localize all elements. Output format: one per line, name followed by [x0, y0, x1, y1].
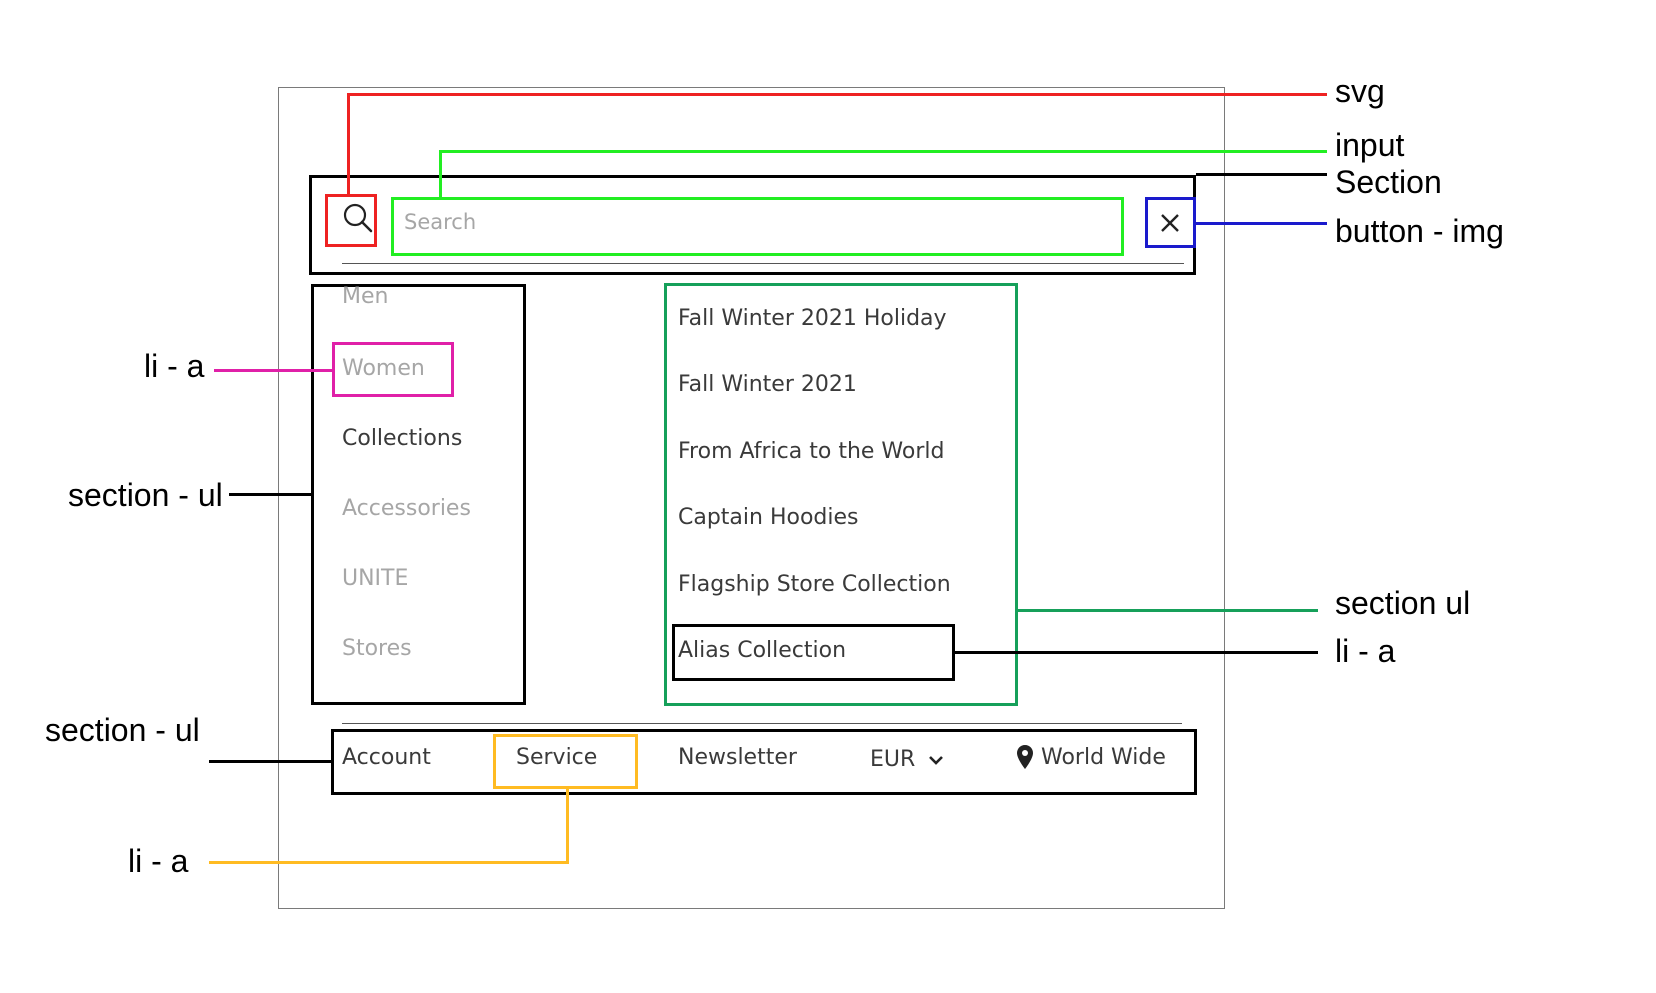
collection-item[interactable]: Flagship Store Collection: [678, 572, 951, 597]
connector-svg: [347, 93, 350, 194]
search-placeholder: Search: [404, 210, 477, 234]
collection-item[interactable]: Fall Winter 2021 Holiday: [678, 306, 947, 331]
annotation-li-a-women: li - a: [144, 348, 205, 384]
footer-location-link[interactable]: World Wide: [1041, 745, 1166, 770]
footer-divider: [342, 723, 1182, 724]
collection-item[interactable]: From Africa to the World: [678, 439, 944, 464]
category-collections[interactable]: Collections: [342, 426, 462, 451]
annotation-section-ul-footer: section - ul: [45, 712, 200, 748]
footer-account-link[interactable]: Account: [342, 745, 431, 770]
annotation-section-ul-left: section - ul: [68, 477, 223, 513]
connector-li-a-service: [566, 789, 569, 864]
connector-li-a-women: [214, 369, 332, 372]
annotation-input: input: [1335, 127, 1405, 163]
search-input[interactable]: [391, 197, 1124, 256]
category-accessories[interactable]: Accessories: [342, 496, 471, 521]
connector-section: [1196, 173, 1327, 176]
annotation-li-a-service: li - a: [128, 843, 189, 879]
collection-item[interactable]: Captain Hoodies: [678, 505, 859, 530]
connector-input: [439, 150, 442, 197]
annotation-section: Section: [1335, 164, 1442, 200]
li-a-alias-highlight: [672, 624, 955, 681]
map-pin-icon: [1016, 744, 1034, 770]
annotation-section-ul-right: section ul: [1335, 585, 1471, 621]
annotation-svg: svg: [1335, 73, 1385, 109]
svg-highlight-box: [325, 194, 377, 247]
connector-button-img: [1196, 222, 1327, 225]
connector-li-a-service: [209, 861, 569, 864]
collection-item[interactable]: Fall Winter 2021: [678, 372, 857, 397]
connector-section-ul-right: [1018, 609, 1318, 612]
search-divider: [342, 263, 1184, 264]
category-men[interactable]: Men: [342, 284, 388, 309]
connector-svg: [347, 93, 1327, 96]
annotation-button-img: button - img: [1335, 213, 1504, 249]
footer-currency-select[interactable]: EUR: [870, 747, 915, 772]
connector-input: [439, 150, 1327, 153]
footer-service-link[interactable]: Service: [516, 745, 597, 770]
footer-newsletter-link[interactable]: Newsletter: [678, 745, 797, 770]
connector-li-a-alias: [955, 651, 1318, 654]
category-unite[interactable]: UNITE: [342, 566, 408, 591]
connector-section-ul-left: [229, 493, 311, 496]
chevron-down-icon: [927, 753, 945, 767]
li-a-women-highlight: [332, 342, 454, 397]
close-icon: [1157, 210, 1183, 236]
annotation-li-a-alias: li - a: [1335, 633, 1396, 669]
category-stores[interactable]: Stores: [342, 636, 412, 661]
connector-section-ul-footer: [209, 760, 331, 763]
